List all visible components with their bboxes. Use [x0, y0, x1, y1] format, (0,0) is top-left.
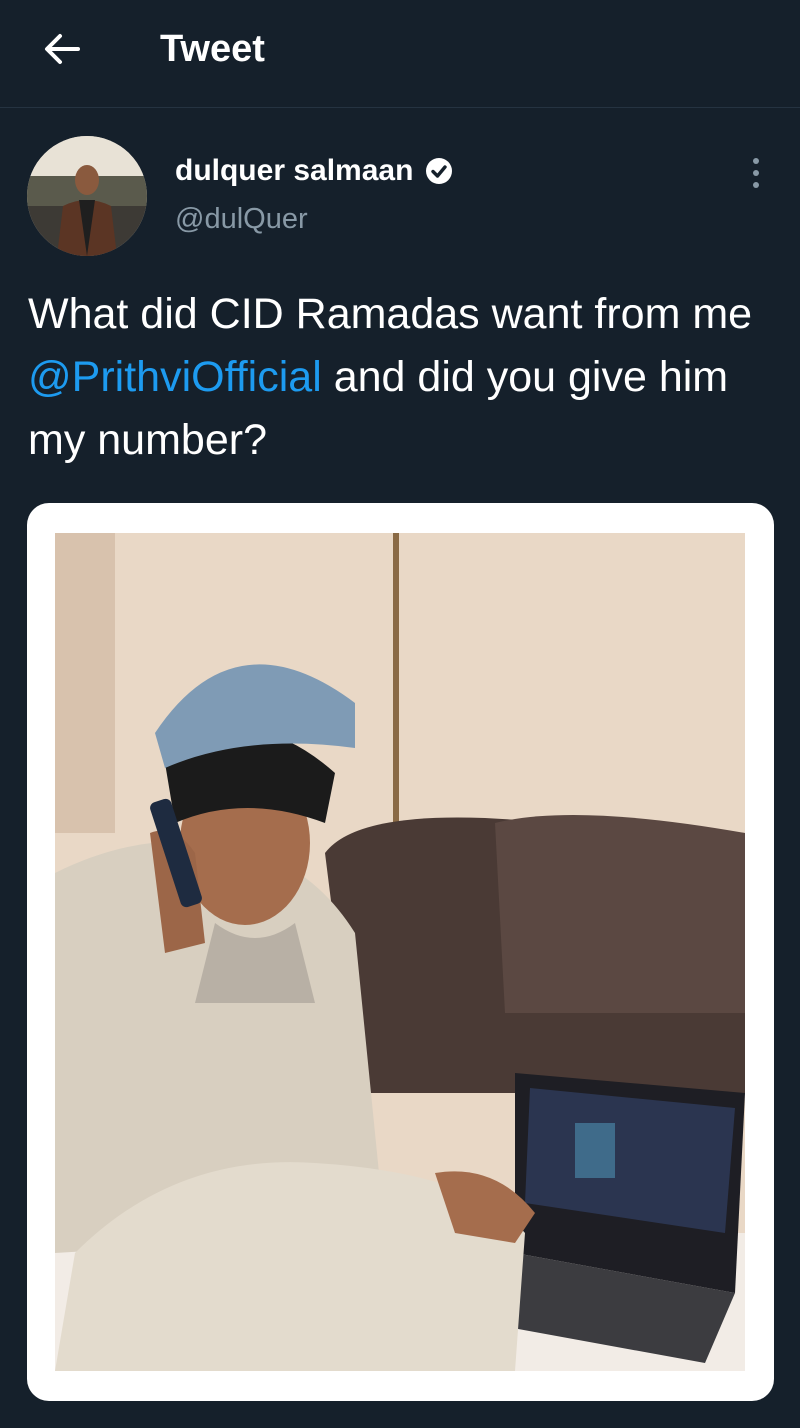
page-title: Tweet — [160, 28, 265, 70]
photo — [55, 533, 745, 1371]
arrow-left-icon — [45, 34, 80, 64]
more-vertical-icon — [753, 158, 759, 164]
author-name-row: dulquer salmaan — [175, 150, 453, 192]
top-app-bar: Tweet — [0, 0, 800, 108]
mention-link[interactable]: @PrithviOfficial — [28, 353, 322, 401]
back-button[interactable] — [36, 26, 88, 72]
verified-badge-icon — [426, 158, 453, 184]
tweet-text-start: What did CID Ramadas want from me — [28, 290, 753, 338]
tweet-media-image[interactable] — [27, 503, 774, 1401]
avatar[interactable] — [27, 136, 147, 256]
author-name[interactable]: dulquer salmaan — [175, 154, 413, 188]
author-handle[interactable]: @dulQuer — [175, 203, 308, 236]
more-options-button[interactable] — [740, 150, 772, 196]
tweet-text: What did CID Ramadas want from me @Prith… — [28, 283, 778, 472]
